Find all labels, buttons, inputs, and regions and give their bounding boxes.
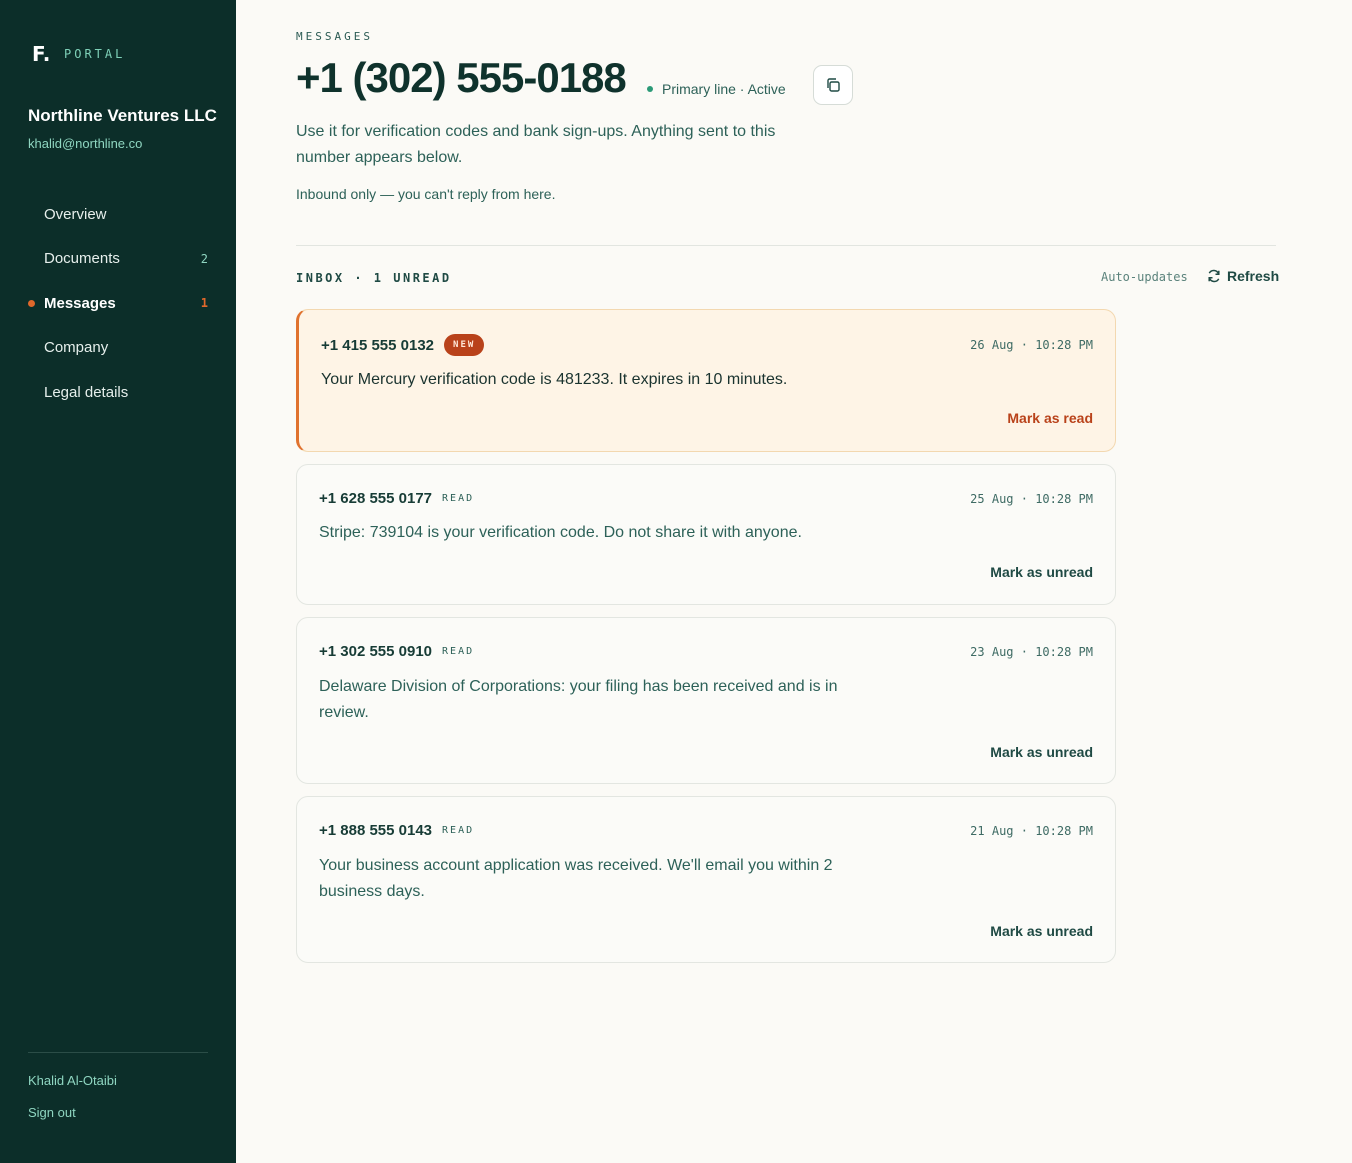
active-indicator-dot — [28, 300, 35, 308]
sidebar-item-label: Overview — [44, 205, 107, 223]
message-body: Stripe: 739104 is your verification code… — [319, 524, 802, 541]
auto-updates-label: Auto-updates — [1101, 270, 1188, 284]
line-status: Primary line · Active — [647, 81, 786, 97]
message-sender: +1 415 555 0132 — [321, 336, 435, 354]
sidebar-item-overview[interactable]: Overview — [0, 192, 236, 237]
copy-icon — [827, 78, 840, 92]
sidebar-item-company[interactable]: Company — [0, 326, 236, 371]
message-header: +1 888 555 0143 READ 21 Aug · 10:28 PM — [319, 822, 1093, 839]
sidebar-item-label: Legal details — [44, 383, 129, 401]
brand-label: PORTAL — [64, 47, 126, 61]
page-description: Use it for verification codes and bank s… — [296, 123, 776, 166]
message-timestamp: 25 Aug · 10:28 PM — [970, 491, 1093, 506]
sidebar-item-label: Documents — [44, 250, 120, 268]
sidebar-divider — [28, 1052, 208, 1053]
read-badge: READ — [442, 646, 475, 657]
refresh-label: Refresh — [1227, 268, 1280, 284]
message-body: Delaware Division of Corporations: your … — [319, 678, 838, 721]
refresh-icon — [1208, 269, 1220, 283]
user-name: Khalid Al-Otaibi — [28, 1073, 117, 1088]
message-sender: +1 628 555 0177 — [319, 490, 433, 507]
sidebar-item-documents[interactable]: Documents 2 — [0, 237, 236, 282]
message-header: +1 302 555 0910 READ 23 Aug · 10:28 PM — [319, 643, 1093, 660]
message-timestamp: 26 Aug · 10:28 PM — [970, 338, 1093, 352]
inbox-label: INBOX · 1 UNREAD — [296, 271, 452, 285]
sidebar: F. PORTAL Northline Ventures LLC khalid@… — [0, 0, 236, 1163]
brand[interactable]: F. PORTAL — [32, 42, 125, 66]
company-email: khalid@northline.co — [28, 136, 143, 151]
sidebar-item-label: Company — [44, 339, 109, 357]
sidebar-item-legal-details[interactable]: Legal details — [0, 370, 236, 415]
message-header: +1 415 555 0132 NEW 26 Aug · 10:28 PM — [321, 334, 1093, 356]
message-card[interactable]: +1 415 555 0132 NEW 26 Aug · 10:28 PM Yo… — [296, 309, 1116, 452]
mark-as-unread-button[interactable]: Mark as unread — [990, 564, 1093, 580]
copy-number-button[interactable] — [813, 65, 853, 105]
message-card[interactable]: +1 888 555 0143 READ 21 Aug · 10:28 PM Y… — [296, 796, 1116, 963]
company-name: Northline Ventures LLC — [28, 106, 217, 125]
message-sender: +1 888 555 0143 — [319, 822, 433, 839]
message-card[interactable]: +1 302 555 0910 READ 23 Aug · 10:28 PM D… — [296, 617, 1116, 784]
sign-out-link[interactable]: Sign out — [28, 1105, 76, 1120]
message-body: Your business account application was re… — [319, 857, 833, 900]
new-badge: NEW — [444, 334, 485, 356]
message-body: Your Mercury verification code is 481233… — [321, 371, 788, 388]
mark-as-unread-button[interactable]: Mark as unread — [990, 923, 1093, 939]
message-timestamp: 23 Aug · 10:28 PM — [970, 644, 1093, 659]
refresh-button[interactable]: Refresh — [1207, 268, 1279, 284]
sidebar-nav: Overview Documents 2 Messages 1 Company … — [0, 192, 236, 415]
read-badge: READ — [442, 493, 475, 504]
status-dot-icon — [647, 86, 653, 92]
read-badge: READ — [442, 825, 475, 836]
mark-as-unread-button[interactable]: Mark as unread — [990, 744, 1093, 760]
message-timestamp: 21 Aug · 10:28 PM — [970, 823, 1093, 838]
mark-as-read-button[interactable]: Mark as read — [1007, 410, 1093, 426]
page-eyebrow: MESSAGES — [296, 30, 373, 43]
brand-logo: F. — [32, 42, 51, 66]
section-divider — [296, 245, 1276, 246]
documents-count-badge: 2 — [200, 251, 208, 266]
inbound-note: Inbound only — you can't reply from here… — [296, 186, 556, 202]
message-card[interactable]: +1 628 555 0177 READ 25 Aug · 10:28 PM S… — [296, 464, 1116, 605]
message-header: +1 628 555 0177 READ 25 Aug · 10:28 PM — [319, 490, 1093, 507]
line-status-text: Primary line · Active — [662, 81, 786, 97]
page-title: +1 (302) 555-0188 — [296, 54, 627, 101]
sidebar-item-messages[interactable]: Messages 1 — [0, 281, 236, 326]
messages-count-badge: 1 — [200, 296, 208, 311]
sidebar-item-label: Messages — [44, 294, 116, 312]
message-sender: +1 302 555 0910 — [319, 643, 433, 660]
